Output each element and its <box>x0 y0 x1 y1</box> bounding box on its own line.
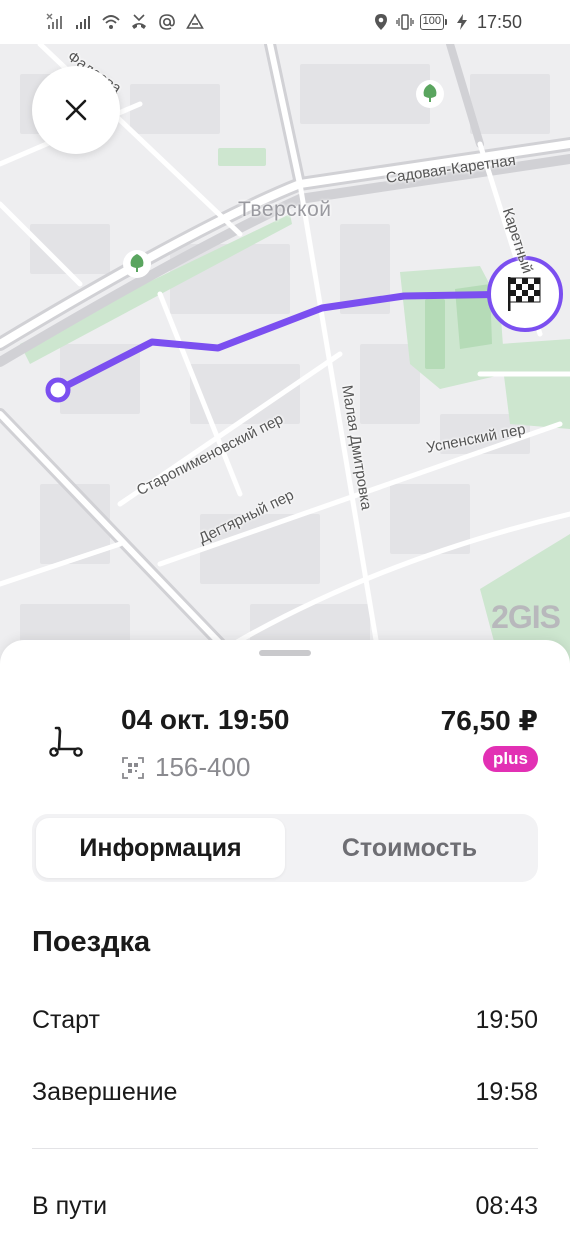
district-label: Тверской <box>238 198 332 221</box>
trip-duration-value: 08:43 <box>475 1192 538 1220</box>
scooter-icon <box>49 726 83 757</box>
close-icon <box>65 99 87 121</box>
missed-call-icon <box>132 14 146 29</box>
vibrate-icon <box>395 14 414 30</box>
status-bar: 100 17:50 <box>0 0 570 44</box>
trip-duration-row: В пути 08:43 <box>32 1192 538 1221</box>
route-start-marker <box>45 377 71 403</box>
status-left-icons <box>46 13 204 31</box>
ride-price: 76,50 ₽ <box>440 705 538 736</box>
location-icon <box>374 14 387 30</box>
divider <box>32 1148 538 1149</box>
at-sign-icon <box>159 14 175 30</box>
map-provider-logo: 2GIS <box>491 599 561 635</box>
ride-details-sheet: 04 окт. 19:50 156-400 76,50 ₽ plus Инфор… <box>0 640 570 1235</box>
plus-badge: plus <box>483 746 538 772</box>
signal-off-icon <box>46 13 62 29</box>
scooter-id-row: 156-400 <box>121 752 250 783</box>
charging-icon <box>456 14 467 30</box>
battery-level: 100 <box>419 14 444 30</box>
close-button[interactable] <box>32 66 120 154</box>
status-time: 17:50 <box>476 11 522 32</box>
tab-information[interactable]: Информация <box>36 818 285 878</box>
trip-duration-label: В пути <box>32 1192 108 1220</box>
trip-end-label: Завершение <box>32 1078 178 1106</box>
scooter-id: 156-400 <box>155 752 251 782</box>
trip-start-label: Старт <box>32 1006 100 1034</box>
tab-cost[interactable]: Стоимость <box>285 818 534 878</box>
details-tabs: Информация Стоимость <box>32 814 538 882</box>
status-right-icons: 100 17:50 <box>372 12 522 33</box>
trip-section-title: Поездка <box>32 926 151 958</box>
sheet-drag-handle[interactable] <box>259 650 311 656</box>
ride-date: 04 окт. 19:50 <box>121 704 290 735</box>
battery-icon: 100 <box>419 14 447 30</box>
trip-start-row: Старт 19:50 <box>32 1006 538 1035</box>
trip-end-row: Завершение 19:58 <box>32 1078 538 1107</box>
trip-start-value: 19:50 <box>475 1006 538 1034</box>
qr-code-icon <box>122 756 144 779</box>
drive-icon <box>186 13 204 29</box>
wifi-icon <box>102 15 120 29</box>
signal-icon <box>76 16 90 29</box>
ride-summary: 04 окт. 19:50 156-400 76,50 ₽ plus <box>0 700 570 790</box>
trip-end-value: 19:58 <box>475 1078 538 1106</box>
